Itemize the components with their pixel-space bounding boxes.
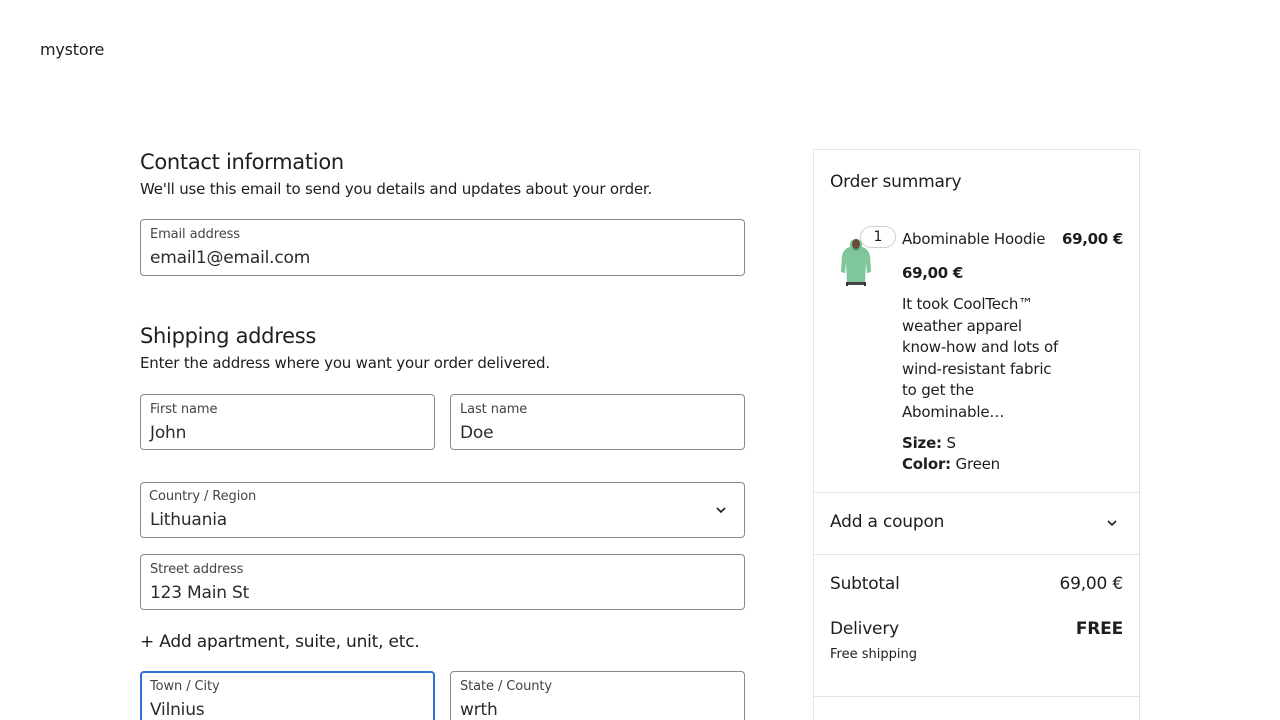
summary-divider: [814, 696, 1139, 697]
delivery-value: FREE: [1075, 619, 1123, 639]
street-address-label: Street address: [150, 562, 244, 577]
last-name-field[interactable]: Last name Doe: [450, 394, 745, 450]
subtotal-label: Subtotal: [830, 574, 900, 594]
street-address-field[interactable]: Street address 123 Main St: [140, 554, 745, 610]
subtotal-value: 69,00 €: [1059, 574, 1124, 594]
add-coupon-toggle[interactable]: Add a coupon: [830, 512, 944, 532]
checkout-form: Contact information We'll use this email…: [140, 150, 745, 198]
last-name-value: Doe: [460, 423, 494, 443]
state-field[interactable]: State / County wrth: [450, 671, 745, 720]
contact-section-description: We'll use this email to send you details…: [140, 180, 653, 198]
item-size-label: Size:: [902, 434, 942, 452]
item-size: Size: S: [902, 434, 956, 452]
item-color: Color: Green: [902, 455, 1000, 473]
state-field-value: wrth: [460, 700, 498, 720]
order-summary: Order summary 1 Abominable Hoodie 69,00 …: [813, 149, 1140, 720]
item-color-label: Color:: [902, 455, 951, 473]
item-size-value: S: [946, 434, 956, 452]
item-line-total: 69,00 €: [1061, 230, 1123, 248]
city-field-value: Vilnius: [150, 700, 205, 720]
email-field-value: email1@email.com: [150, 248, 311, 268]
country-select-value: Lithuania: [150, 510, 227, 530]
contact-section-title: Contact information: [140, 150, 344, 174]
email-field-label: Email address: [150, 227, 240, 242]
city-field[interactable]: Town / City Vilnius: [140, 671, 435, 720]
city-field-label: Town / City: [150, 679, 220, 694]
first-name-field[interactable]: First name John: [140, 394, 435, 450]
summary-divider: [814, 492, 1139, 493]
shipping-section-title: Shipping address: [140, 324, 316, 348]
shipping-section-header: Shipping address Enter the address where…: [140, 324, 745, 372]
street-address-value: 123 Main St: [150, 583, 250, 603]
country-select[interactable]: Country / Region Lithuania: [140, 482, 745, 538]
item-quantity-badge: 1: [860, 226, 896, 248]
email-field[interactable]: Email address email1@email.com: [140, 219, 745, 276]
chevron-down-icon: [716, 507, 726, 514]
delivery-label: Delivery: [830, 619, 899, 639]
delivery-note: Free shipping: [830, 647, 917, 662]
chevron-down-icon[interactable]: [1107, 518, 1117, 528]
country-select-label: Country / Region: [149, 489, 257, 504]
first-name-value: John: [150, 423, 187, 443]
order-summary-title: Order summary: [830, 172, 962, 192]
first-name-label: First name: [150, 402, 218, 417]
shipping-section-description: Enter the address where you want your or…: [140, 354, 550, 372]
add-apartment-link[interactable]: + Add apartment, suite, unit, etc.: [140, 632, 420, 652]
item-description: It took CoolTech™ weather apparel know-h…: [902, 295, 1059, 421]
item-name: Abominable Hoodie: [902, 230, 1046, 248]
item-price: 69,00 €: [902, 264, 964, 282]
site-title[interactable]: mystore: [40, 40, 104, 59]
state-field-label: State / County: [460, 679, 552, 694]
item-color-value: Green: [955, 455, 1001, 473]
summary-divider: [814, 554, 1139, 555]
last-name-label: Last name: [460, 402, 528, 417]
